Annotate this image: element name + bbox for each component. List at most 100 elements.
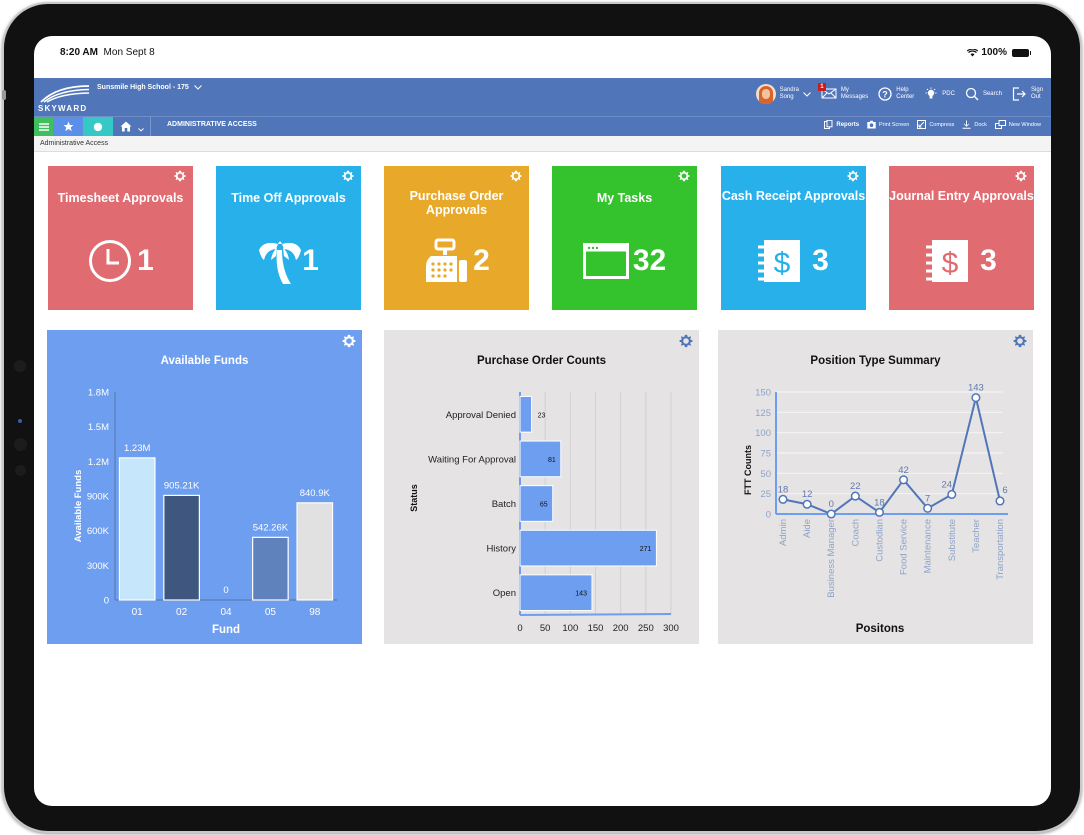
tile-count: 1 [137, 244, 154, 277]
y-tick-label: 1.2M [88, 457, 109, 468]
data-label: 24 [941, 479, 952, 490]
gear-icon[interactable] [510, 170, 522, 182]
tile-my-tasks[interactable]: My Tasks 32 [552, 166, 697, 310]
data-label: 0 [223, 585, 228, 596]
tile-count: 32 [632, 244, 667, 277]
battery-icon [1012, 48, 1031, 57]
data-label: 23 [538, 412, 546, 419]
new-window-icon [994, 120, 1006, 129]
svg-text:$: $ [942, 247, 959, 280]
nav-sign-out[interactable]: Sign Out [1012, 87, 1043, 101]
tile-title: Purchase Order Approvals [409, 189, 504, 217]
cash-register-icon [426, 238, 468, 282]
tile-title: Journal Entry Approvals [889, 189, 1034, 203]
dollar-notebook-icon: $ [926, 240, 969, 282]
data-label: 18 [874, 497, 885, 508]
tile-count: 3 [812, 244, 829, 277]
home-button[interactable] [113, 117, 151, 136]
gear-icon[interactable] [174, 170, 186, 182]
toolbar-tools: Reports Print Screen Compress Dock New W… [824, 120, 1041, 129]
tile-title: Cash Receipt Approvals [721, 189, 866, 203]
status-bar: 8:20 AM Mon Sept 8 100% [34, 36, 1051, 78]
tile-journal-entry-approvals[interactable]: Journal Entry Approvals $ 3 [889, 166, 1034, 310]
compress-button[interactable]: Compress [917, 120, 954, 129]
x-tick-label: 200 [613, 623, 629, 634]
y-tick-label: 600K [87, 526, 110, 537]
chevron-down-icon [137, 128, 144, 132]
data-point [802, 499, 812, 509]
section-title: ADMINISTRATIVE ACCESS [167, 121, 257, 128]
data-label: 22 [850, 481, 861, 492]
status-time: 8:20 AM Mon Sept 8 [60, 47, 155, 58]
print-screen-button[interactable]: Print Screen [867, 120, 909, 129]
tile-cash-receipt-approvals[interactable]: Cash Receipt Approvals $ 3 [721, 166, 866, 310]
hamburger-icon [38, 122, 49, 131]
menu-button[interactable] [34, 117, 53, 136]
y-tick-label: Approval Denied [446, 410, 516, 421]
x-axis [519, 613, 672, 616]
nav-my-messages[interactable]: 1 My Messages [817, 82, 868, 102]
tile-purchase-order-approvals[interactable]: Purchase Order Approvals 2 [384, 166, 529, 310]
tile-count: 1 [302, 244, 319, 277]
school-selector[interactable]: Sunsmile High School - 175 [97, 84, 202, 91]
y-axis-title: Status [409, 484, 419, 512]
user-menu[interactable]: Sandra Song [755, 84, 811, 104]
help-icon: ? [878, 87, 892, 101]
dock-button[interactable]: Dock [962, 120, 987, 129]
x-tick-label: Teacher [971, 519, 982, 553]
position-type-summary-panel: Position Type Summary 0 25 50 75 100 125 150 18… [718, 330, 1033, 644]
nav-pdc[interactable]: PDC [924, 87, 955, 101]
bar [519, 485, 554, 522]
side-button [2, 90, 6, 100]
chevron-down-icon [193, 85, 202, 90]
x-tick-label: Maintenance [923, 519, 934, 573]
gear-icon[interactable] [1015, 170, 1027, 182]
data-point [826, 509, 836, 519]
svg-text:?: ? [883, 89, 889, 99]
y-tick-label: Batch [492, 499, 516, 510]
new-window-button[interactable]: New Window [994, 120, 1041, 129]
status-button[interactable] [83, 117, 113, 136]
y-tick-label: 0 [766, 510, 771, 521]
top-nav: Sandra Song 1 My Messages ? Help Center PDC [755, 82, 1043, 104]
x-tick-label: 150 [588, 623, 604, 634]
gear-icon[interactable] [342, 170, 354, 182]
avatar [755, 84, 776, 104]
school-name: Sunsmile High School - 175 [97, 84, 189, 91]
tile-time-off-approvals[interactable]: Time Off Approvals 1 [216, 166, 361, 310]
y-axis-title: FTT Counts [743, 445, 753, 495]
favorites-button[interactable] [53, 117, 83, 136]
tile-title: Timesheet Approvals [57, 191, 184, 205]
chevron-down-icon [803, 91, 811, 97]
x-tick-label: 02 [176, 607, 188, 618]
tile-timesheet-approvals[interactable]: Timesheet Approvals 1 [48, 166, 193, 310]
bar [519, 529, 657, 567]
data-label: 0 [829, 499, 834, 510]
y-tick-label: 300K [87, 561, 110, 572]
bar [296, 502, 334, 601]
series-line [782, 397, 1001, 516]
y-tick-label: 0 [104, 596, 109, 607]
data-point [874, 507, 884, 517]
nav-help-center[interactable]: ? Help Center [878, 87, 914, 101]
y-tick-label: 1.8M [88, 388, 109, 399]
compress-icon [917, 120, 927, 129]
camera-icon [867, 120, 876, 129]
wifi-icon [967, 48, 979, 56]
data-point [995, 496, 1005, 506]
battery-percent: 100% [981, 47, 1007, 58]
y-tick-label: 100 [755, 428, 771, 439]
purchase-order-counts-panel: Purchase Order Counts 0 50 100 150 200 250 300… [384, 330, 699, 644]
x-tick-label: Coach [850, 519, 861, 546]
skyward-logo[interactable]: SKYWARD [37, 82, 91, 112]
svg-text:$: $ [774, 247, 791, 280]
gear-icon[interactable] [678, 170, 690, 182]
reports-button[interactable]: Reports [824, 120, 859, 129]
x-tick-label: Aide [802, 519, 813, 538]
nav-search[interactable]: Search [965, 87, 1002, 101]
data-point [923, 503, 933, 513]
y-tick-label: 150 [755, 388, 771, 399]
gear-icon[interactable] [847, 170, 859, 182]
x-tick-label: 300 [663, 623, 679, 634]
user-last-name: Song [779, 94, 794, 100]
